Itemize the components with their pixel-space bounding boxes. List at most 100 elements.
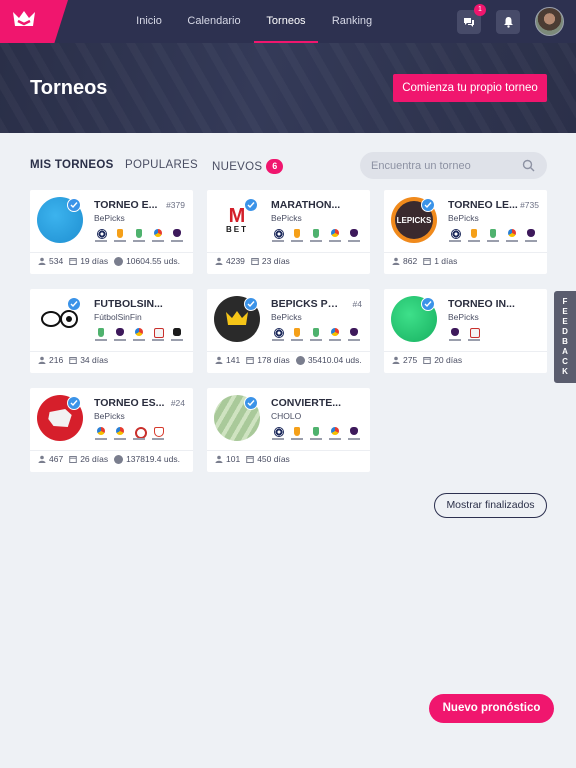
- ucl-competition-icon: [271, 327, 285, 343]
- nav-inicio[interactable]: Inicio: [128, 0, 170, 43]
- card-divider: [207, 351, 370, 352]
- liga-competition-icon: [113, 426, 127, 442]
- tournament-name: TORNEO IN...: [448, 298, 515, 310]
- tournament-card[interactable]: LEPICKS TORNEO LE... #735 BePicks 862 1 …: [384, 190, 547, 274]
- feedback-tab[interactable]: F E E D B A C K: [554, 291, 576, 383]
- pl-competition-icon: [524, 228, 538, 244]
- tournament-stats: 862 1 días: [392, 254, 463, 268]
- days-stat: 19 días: [69, 256, 108, 266]
- tournament-name: TORNEO LE...: [448, 199, 518, 211]
- tournament-name: FUTBOLSIN...: [94, 298, 163, 310]
- chat-icon: [464, 17, 474, 27]
- user-avatar[interactable]: [535, 7, 564, 36]
- prize-stat: 10604.55 uds.: [114, 256, 180, 266]
- page-title: Torneos: [30, 77, 108, 99]
- bepicks-logo[interactable]: [0, 0, 68, 43]
- days-stat: 450 días: [246, 454, 290, 464]
- prize-stat: 137819.4 uds.: [114, 454, 180, 464]
- nav-ranking[interactable]: Ranking: [328, 0, 376, 43]
- players-count: 467: [49, 454, 64, 464]
- user-icon: [38, 356, 46, 364]
- ecl-competition-icon: [132, 228, 146, 244]
- search-box[interactable]: [360, 152, 547, 179]
- ecl-competition-icon: [309, 327, 323, 343]
- players-count: 275: [403, 355, 418, 365]
- messages-button[interactable]: 1: [457, 4, 486, 34]
- tournament-card[interactable]: TORNEO E... #379 BePicks 534 19 días 106…: [30, 190, 193, 274]
- tournament-name: CONVIERTE...: [271, 397, 342, 409]
- messages-badge: 1: [474, 4, 486, 16]
- days-count: 23 días: [261, 256, 290, 266]
- prize-amount: 137819.4 uds.: [126, 454, 180, 464]
- tournament-organizer: FútbolSinFin: [94, 312, 142, 322]
- calendar-icon: [246, 456, 254, 463]
- show-finished-button[interactable]: Mostrar finalizados: [434, 493, 547, 518]
- tournament-card[interactable]: BEPICKS PRO #4 BePicks 141 178 días 3541…: [207, 289, 370, 373]
- tournament-name: TORNEO ES...: [94, 397, 165, 409]
- tournament-stats: 101 450 días: [215, 452, 296, 466]
- nav-torneos[interactable]: Torneos: [254, 0, 318, 43]
- liga-competition-icon: [94, 426, 108, 442]
- crown-logo-icon: [13, 11, 35, 26]
- page-header: Torneos Comienza tu propio torneo: [0, 43, 576, 133]
- tab-populares[interactable]: POPULARES: [125, 159, 198, 171]
- coach-competition-icon: [170, 327, 184, 343]
- prize-stat: 35410.04 uds.: [295, 355, 362, 365]
- user-icon: [38, 257, 46, 265]
- players-stat: 101: [215, 454, 240, 464]
- tournament-card[interactable]: TORNEO ES... #24 BePicks 467 26 días 137…: [30, 388, 193, 472]
- search-icon[interactable]: [522, 159, 535, 172]
- user-icon: [392, 257, 400, 265]
- calendar-icon: [423, 357, 431, 364]
- tournament-organizer: BePicks: [271, 213, 302, 223]
- ecl-competition-icon: [94, 327, 108, 343]
- top-navigation: Inicio Calendario Torneos Ranking 1: [0, 0, 576, 43]
- tournament-stats: 141 178 días 35410.04 uds.: [215, 353, 368, 367]
- nav-calendario[interactable]: Calendario: [185, 0, 243, 43]
- ucl-competition-icon: [271, 426, 285, 442]
- ecl-competition-icon: [309, 228, 323, 244]
- feedback-letter: E: [562, 317, 568, 326]
- liga-competition-icon: [505, 228, 519, 244]
- joined-check-icon: [67, 198, 81, 212]
- competitions-list: [271, 327, 361, 345]
- cup-competition-icon: [151, 426, 165, 442]
- card-divider: [30, 450, 193, 451]
- liga-competition-icon: [328, 327, 342, 343]
- ecl-competition-icon: [486, 228, 500, 244]
- tournament-card[interactable]: M BET MARATHON... BePicks 4239 23 días: [207, 190, 370, 274]
- prize-amount: 10604.55 uds.: [126, 256, 180, 266]
- tab-mis-torneos[interactable]: MIS TORNEOS: [30, 159, 114, 171]
- feedback-letter: F: [562, 297, 568, 306]
- uel-competition-icon: [290, 228, 304, 244]
- calendar-icon: [246, 357, 254, 364]
- tournament-name: BEPICKS PRO: [271, 298, 343, 310]
- create-tournament-button[interactable]: Comienza tu propio torneo: [393, 74, 547, 102]
- tournament-organizer: BePicks: [448, 213, 479, 223]
- tournament-number: #735: [520, 200, 539, 210]
- tournament-name: TORNEO E...: [94, 199, 158, 211]
- card-divider: [30, 351, 193, 352]
- players-stat: 141: [215, 355, 240, 365]
- search-input[interactable]: [371, 152, 521, 179]
- days-stat: 20 días: [423, 355, 462, 365]
- card-divider: [384, 252, 547, 253]
- coin-icon: [114, 256, 124, 266]
- notifications-button[interactable]: [496, 10, 520, 34]
- tournament-card[interactable]: TORNEO IN... BePicks 275 20 días: [384, 289, 547, 373]
- tournament-card[interactable]: FUTBOLSIN... FútbolSinFin 216 34 días: [30, 289, 193, 373]
- user-icon: [215, 356, 223, 364]
- players-stat: 4239: [215, 256, 245, 266]
- tournament-stats: 275 20 días: [392, 353, 468, 367]
- tournament-organizer: BePicks: [448, 312, 479, 322]
- copa-competition-icon: [467, 327, 481, 343]
- calendar-icon: [251, 258, 259, 265]
- tab-nuevos[interactable]: NUEVOS 6: [212, 159, 284, 174]
- players-count: 101: [226, 454, 241, 464]
- tournament-card[interactable]: CONVIERTE... CHOLO 101 450 días: [207, 388, 370, 472]
- ucl-competition-icon: [448, 228, 462, 244]
- feedback-letter: A: [562, 347, 568, 356]
- tournament-name: MARATHON...: [271, 199, 341, 211]
- new-prediction-button[interactable]: Nuevo pronóstico: [429, 694, 554, 723]
- tournament-stats: 534 19 días 10604.55 uds.: [38, 254, 186, 268]
